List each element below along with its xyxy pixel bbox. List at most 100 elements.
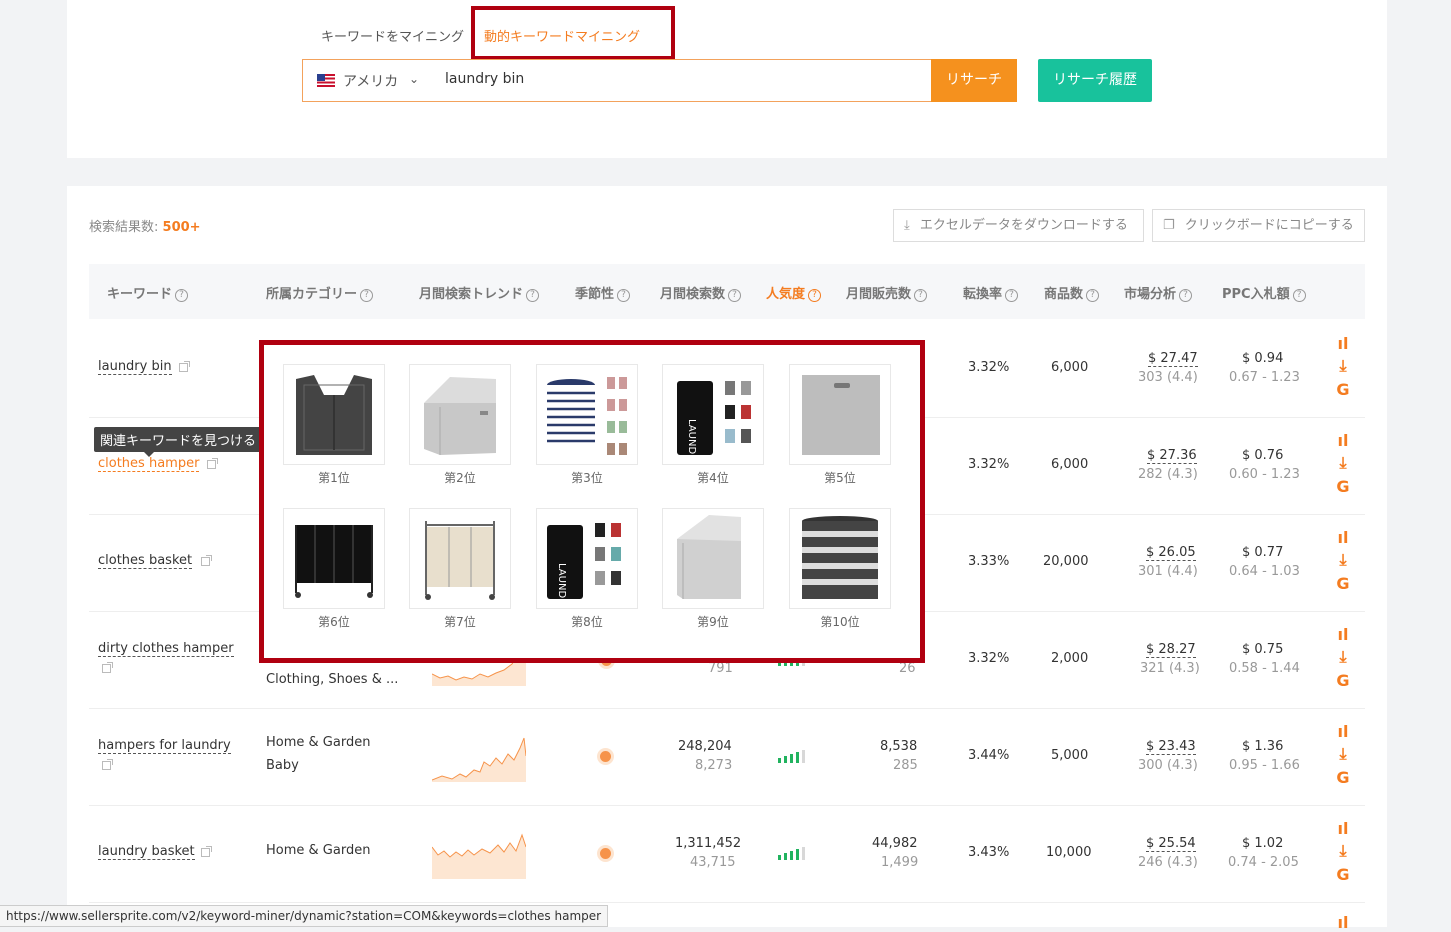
market-price[interactable]: $ 28.27: [1146, 642, 1196, 658]
google-icon[interactable]: G: [1334, 574, 1352, 593]
category-text[interactable]: Baby: [266, 758, 299, 773]
country-select[interactable]: アメリカ: [343, 71, 398, 91]
product-thumb[interactable]: [409, 364, 511, 465]
col-category[interactable]: 所属カテゴリー?: [266, 283, 374, 302]
market-price[interactable]: $ 27.47: [1148, 351, 1198, 367]
monthly-searches: 1,311,452: [675, 836, 742, 851]
col-products[interactable]: 商品数?: [1044, 283, 1100, 302]
conversion-rate: 3.32%: [968, 651, 1010, 666]
product-thumb[interactable]: LAUNDRY: [662, 364, 764, 465]
download-icon[interactable]: ⤓: [1334, 356, 1352, 375]
copy-clipboard-button[interactable]: ❐ クリックボードにコピーする: [1152, 209, 1365, 242]
ppc-range: 0.58 - 1.44: [1229, 661, 1300, 676]
daily-searches: 8,273: [695, 758, 733, 773]
help-icon: ?: [808, 289, 822, 302]
google-icon[interactable]: G: [1334, 380, 1352, 399]
download-icon[interactable]: ⤓: [1334, 841, 1352, 860]
category-text[interactable]: Home & Garden: [266, 735, 370, 750]
external-link-icon[interactable]: [102, 759, 113, 770]
rank-label: 第5位: [824, 471, 856, 485]
keyword-link[interactable]: clothes hamper: [98, 456, 200, 472]
col-seasonality[interactable]: 季節性?: [575, 283, 631, 302]
market-reviews: 321 (4.3): [1140, 661, 1200, 676]
keyword-link[interactable]: dirty clothes hamper: [98, 641, 234, 657]
chevron-down-icon[interactable]: ⌄: [409, 72, 419, 86]
product-thumb[interactable]: [409, 508, 511, 609]
col-popularity[interactable]: 人気度?: [766, 283, 822, 302]
market-price[interactable]: $ 27.36: [1147, 448, 1197, 464]
external-link-icon[interactable]: [207, 458, 218, 469]
download-icon[interactable]: ⤓: [1334, 550, 1352, 569]
daily-sales: 26: [899, 661, 916, 676]
chart-bars-icon[interactable]: ıl: [1334, 722, 1352, 741]
rank-label: 第8位: [571, 615, 603, 629]
download-icon[interactable]: ⤓: [1334, 744, 1352, 763]
google-icon[interactable]: G: [1334, 768, 1352, 787]
keyword-link[interactable]: hampers for laundry: [98, 738, 231, 754]
seasonality-indicator: [600, 751, 611, 762]
external-link-icon[interactable]: [201, 555, 212, 566]
keyword-link[interactable]: clothes basket: [98, 553, 193, 569]
col-keyword[interactable]: キーワード?: [107, 283, 189, 302]
google-icon[interactable]: G: [1334, 671, 1352, 690]
col-monthly-searches[interactable]: 月間検索数?: [660, 283, 742, 302]
product-count: 20,000: [1043, 554, 1089, 569]
popularity-bars: [778, 750, 806, 763]
help-icon: ?: [617, 289, 631, 302]
google-icon[interactable]: G: [1334, 477, 1352, 496]
chart-bars-icon[interactable]: ıl: [1334, 528, 1352, 547]
tab-keyword-mining[interactable]: キーワードをマイニング: [321, 26, 464, 45]
category-text[interactable]: Home & Garden: [266, 843, 370, 858]
search-bar: アメリカ ⌄ laundry bin: [302, 59, 932, 102]
ppc-range: 0.67 - 1.23: [1229, 370, 1300, 385]
product-thumb[interactable]: [789, 508, 891, 609]
market-price[interactable]: $ 25.54: [1146, 836, 1196, 852]
col-search-trend[interactable]: 月間検索トレンド?: [419, 283, 540, 302]
col-ppc[interactable]: PPC入札額?: [1222, 283, 1306, 302]
market-reviews: 246 (4.3): [1138, 855, 1198, 870]
help-icon: ?: [360, 289, 374, 302]
rank-label: 第2位: [444, 471, 476, 485]
keyword-link[interactable]: laundry basket: [98, 844, 195, 860]
conversion-rate: 3.44%: [968, 748, 1010, 763]
rank-label: 第7位: [444, 615, 476, 629]
top-products-popup: LAUNDRY 第1位 第2位 第3位 第4位 第5位 LAUNDRY 第6位 …: [259, 340, 925, 663]
research-history-button[interactable]: リサーチ履歴: [1038, 59, 1152, 102]
chart-bars-icon[interactable]: ıl: [1334, 819, 1352, 838]
product-thumb[interactable]: LAUNDRY: [536, 508, 638, 609]
market-reviews: 301 (4.4): [1138, 564, 1198, 579]
clipboard-icon: ❐: [1163, 218, 1175, 233]
product-thumb[interactable]: [283, 364, 385, 465]
col-market-analysis[interactable]: 市場分析?: [1124, 283, 1193, 302]
download-icon[interactable]: ⤓: [1334, 647, 1352, 666]
research-button[interactable]: リサーチ: [931, 59, 1017, 102]
col-monthly-sales[interactable]: 月間販売数?: [846, 283, 928, 302]
monthly-sales: 8,538: [880, 739, 918, 754]
chart-bars-icon[interactable]: ıl: [1334, 913, 1352, 932]
download-excel-button[interactable]: ⤓ エクセルデータをダウンロードする: [893, 209, 1144, 242]
google-icon[interactable]: G: [1334, 865, 1352, 884]
table-row: [89, 708, 1365, 806]
browser-status-bar: https://www.sellersprite.com/v2/keyword-…: [0, 905, 609, 927]
search-input[interactable]: laundry bin: [445, 71, 524, 87]
col-conversion[interactable]: 転換率?: [963, 283, 1019, 302]
keyword-link[interactable]: laundry bin: [98, 359, 172, 375]
rank-label: 第10位: [820, 615, 860, 629]
download-icon[interactable]: ⤓: [1334, 453, 1352, 472]
market-price[interactable]: $ 23.43: [1146, 739, 1196, 755]
chart-bars-icon[interactable]: ıl: [1334, 625, 1352, 644]
product-thumb[interactable]: [536, 364, 638, 465]
external-link-icon[interactable]: [201, 846, 212, 857]
chart-bars-icon[interactable]: ıl: [1334, 431, 1352, 450]
daily-sales: 1,499: [881, 855, 919, 870]
chart-bars-icon[interactable]: ıl: [1334, 334, 1352, 353]
help-icon: ?: [1292, 289, 1306, 302]
product-thumb[interactable]: [789, 364, 891, 465]
product-thumb[interactable]: [283, 508, 385, 609]
external-link-icon[interactable]: [102, 662, 113, 673]
product-thumb[interactable]: [662, 508, 764, 609]
product-count: 10,000: [1046, 845, 1092, 860]
market-price[interactable]: $ 26.05: [1146, 545, 1196, 561]
search-trend-sparkline: [432, 737, 526, 782]
external-link-icon[interactable]: [179, 361, 190, 372]
